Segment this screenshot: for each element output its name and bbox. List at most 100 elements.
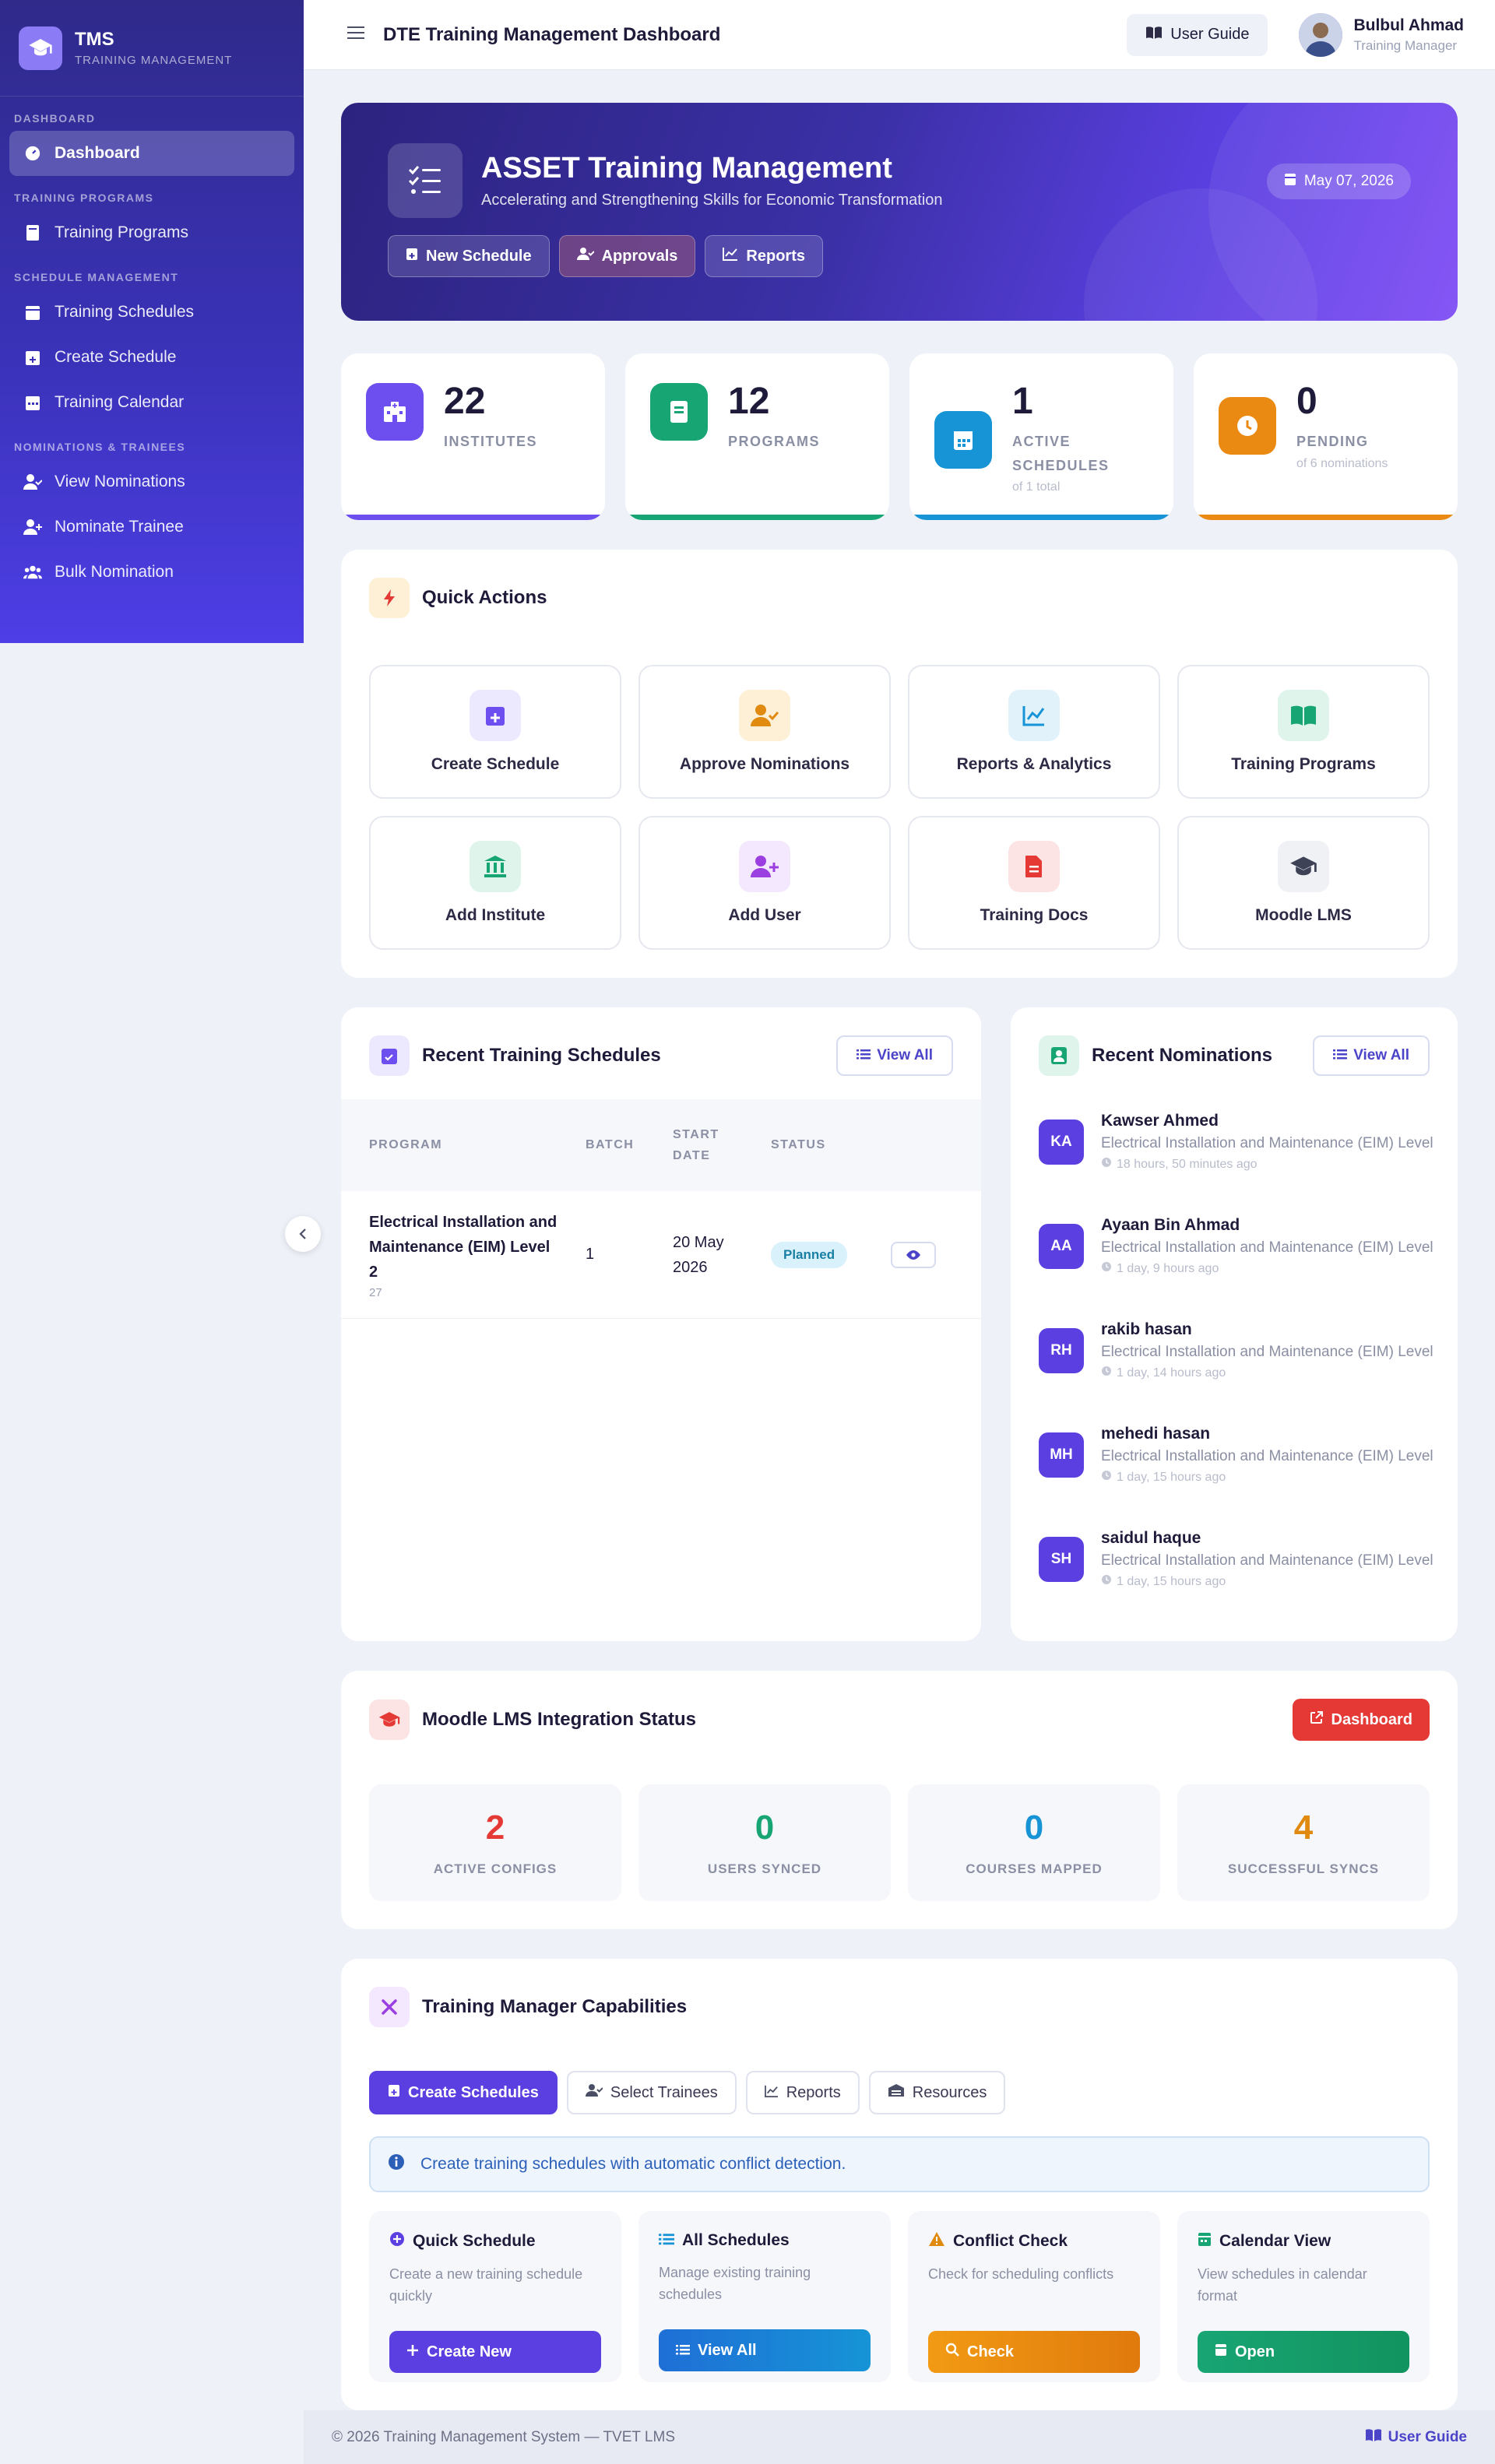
tab-select-trainees[interactable]: Select Trainees [566, 2071, 737, 2114]
quick-action-reports[interactable]: Reports & Analytics [908, 665, 1160, 799]
file-icon [1008, 841, 1060, 892]
stat-value: 22 [444, 381, 486, 422]
quick-action-training-programs[interactable]: Training Programs [1177, 665, 1430, 799]
sidebar-item-label: Training Schedules [55, 303, 194, 321]
chevron-left-icon [299, 1228, 306, 1239]
warehouse-icon [888, 2083, 905, 2102]
recent-nominations-title: Recent Nominations [1092, 1045, 1273, 1066]
nominee-name: Ayaan Bin Ahmad [1101, 1216, 1240, 1234]
nomination-time: 18 hours, 50 minutes ago [1117, 1157, 1258, 1171]
open-calendar-button[interactable]: Open [1198, 2331, 1409, 2373]
graduation-cap-icon [19, 26, 62, 70]
capability-description: Check for scheduling conflicts [928, 2266, 1114, 2282]
moodle-stat-label: ACTIVE CONFIGS [433, 1861, 558, 1876]
hero-subtitle: Accelerating and Strengthening Skills fo… [481, 192, 943, 209]
stat-value: 12 [728, 381, 770, 422]
moodle-stat-active-configs: 2 ACTIVE CONFIGS [369, 1784, 621, 1901]
view-all-schedules-button[interactable]: View All [836, 1035, 953, 1076]
quick-action-add-user[interactable]: Add User [638, 816, 891, 950]
avatar: AA [1039, 1224, 1084, 1269]
user-check-icon [23, 473, 42, 491]
moodle-stat-value: 2 [485, 1808, 505, 1847]
clock-icon [1101, 1366, 1112, 1380]
stat-card-pending[interactable]: 0 PENDING of 6 nominations [1194, 353, 1458, 520]
list-item[interactable]: KA Kawser Ahmed Electrical Installation … [1039, 1112, 1458, 1216]
calendar-icon [1198, 2231, 1212, 2251]
quick-action-training-docs[interactable]: Training Docs [908, 816, 1160, 950]
info-icon [388, 2153, 405, 2175]
stat-card-active-schedules[interactable]: 1 ACTIVE SCHEDULES of 1 total [909, 353, 1173, 520]
list-item[interactable]: AA Ayaan Bin Ahmad Electrical Installati… [1039, 1216, 1458, 1320]
view-schedule-button[interactable] [891, 1241, 936, 1268]
stat-note: of 1 total [1012, 480, 1061, 494]
capability-description: Manage existing training schedules [659, 2265, 811, 2302]
tab-resources[interactable]: Resources [868, 2071, 1006, 2114]
sidebar-item-training-calendar[interactable]: Training Calendar [9, 380, 294, 425]
calendar-grid-icon [23, 393, 42, 412]
quick-action-label: Create Schedule [431, 755, 560, 773]
view-all-nominations-button[interactable]: View All [1313, 1035, 1430, 1076]
moodle-stat-label: USERS SYNCED [707, 1861, 822, 1876]
reports-button[interactable]: Reports [705, 235, 823, 277]
quick-actions-grid: Create Schedule Approve Nominations Repo… [369, 665, 1430, 950]
tab-create-schedules[interactable]: Create Schedules [369, 2071, 558, 2114]
footer-user-guide-link[interactable]: User Guide [1365, 2428, 1467, 2447]
moodle-dashboard-button[interactable]: Dashboard [1292, 1699, 1430, 1741]
stat-accent-bar [341, 515, 605, 520]
new-schedule-button[interactable]: New Schedule [388, 235, 550, 277]
stat-card-programs[interactable]: 12 PROGRAMS [625, 353, 889, 520]
calendar-check-icon [369, 1035, 410, 1076]
moodle-stat-label: SUCCESSFUL SYNCS [1227, 1861, 1380, 1876]
view-all-button[interactable]: View All [659, 2329, 871, 2371]
capability-button-label: Create New [427, 2343, 512, 2360]
list-icon [1333, 1047, 1348, 1064]
menu-icon[interactable] [347, 26, 366, 44]
capability-button-label: Check [967, 2343, 1015, 2360]
user-tie-icon [1039, 1035, 1079, 1076]
list-icon [659, 2231, 674, 2250]
quick-action-moodle-lms[interactable]: Moodle LMS [1177, 816, 1430, 950]
footer-user-guide-label: User Guide [1388, 2428, 1467, 2445]
collapse-sidebar-button[interactable] [285, 1216, 321, 1252]
table-row[interactable]: Electrical Installation and Maintenance … [341, 1191, 981, 1319]
list-item[interactable]: SH saidul haque Electrical Installation … [1039, 1529, 1458, 1633]
quick-action-create-schedule[interactable]: Create Schedule [369, 665, 621, 799]
tab-label: Select Trainees [610, 2083, 718, 2101]
sidebar-item-bulk-nomination[interactable]: Bulk Nomination [9, 550, 294, 595]
moodle-stat-label: COURSES MAPPED [966, 1861, 1103, 1876]
check-button[interactable]: Check [928, 2331, 1140, 2373]
sidebar-item-view-nominations[interactable]: View Nominations [9, 459, 294, 504]
tab-reports[interactable]: Reports [745, 2071, 860, 2114]
stat-card-institutes[interactable]: 22 INSTITUTES [341, 353, 605, 520]
create-new-button[interactable]: Create New [389, 2331, 601, 2373]
stat-accent-bar [625, 515, 889, 520]
clock-icon [1101, 1574, 1112, 1589]
sidebar-item-dashboard[interactable]: Dashboard [9, 131, 294, 176]
program-code: 27 [369, 1286, 382, 1299]
list-item[interactable]: MH mehedi hasan Electrical Installation … [1039, 1425, 1458, 1529]
sidebar-item-create-schedule[interactable]: Create Schedule [9, 335, 294, 380]
stats-row: 22 INSTITUTES 12 PROGRAMS 1 ACTIVE SCHED… [341, 353, 1458, 520]
user-name: Bulbul Ahmad [1353, 16, 1464, 34]
user-menu[interactable]: Bulbul Ahmad Training Manager [1299, 12, 1464, 57]
sidebar-item-training-schedules[interactable]: Training Schedules [9, 290, 294, 335]
list-item[interactable]: RH rakib hasan Electrical Installation a… [1039, 1320, 1458, 1425]
user-guide-button[interactable]: User Guide [1127, 13, 1268, 56]
calendar-icon [1215, 2343, 1227, 2361]
bolt-icon [369, 578, 410, 618]
sidebar-item-nominate-trainee[interactable]: Nominate Trainee [9, 504, 294, 550]
capability-conflict-check: Conflict Check Check for scheduling conf… [908, 2211, 1160, 2382]
column-header-actions [877, 1099, 981, 1191]
nomination-time: 1 day, 9 hours ago [1117, 1261, 1219, 1275]
top-header: DTE Training Management Dashboard User G… [304, 0, 1495, 70]
capability-description: View schedules in calendar format [1198, 2266, 1367, 2304]
brand[interactable]: TMS TRAINING MANAGEMENT [0, 0, 304, 97]
quick-action-add-institute[interactable]: Add Institute [369, 816, 621, 950]
tasks-icon [388, 143, 463, 218]
stat-note: of 6 nominations [1296, 456, 1388, 470]
approvals-button[interactable]: Approvals [558, 235, 696, 277]
list-icon [676, 2342, 690, 2360]
sidebar-item-training-programs[interactable]: Training Programs [9, 210, 294, 255]
quick-action-approve-nominations[interactable]: Approve Nominations [638, 665, 891, 799]
nomination-time: 1 day, 15 hours ago [1117, 1470, 1226, 1484]
